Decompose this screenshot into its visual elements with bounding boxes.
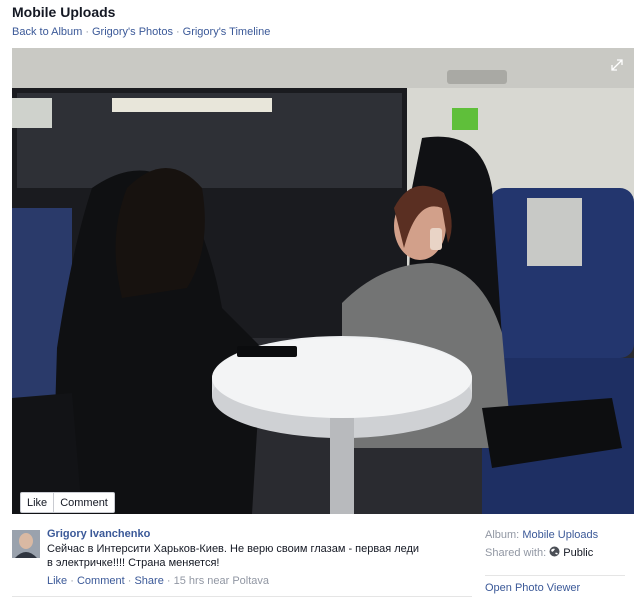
- post-meta: 15 hrs near Poltava: [173, 575, 270, 587]
- post-actions: Like · Comment · Share · 15 hrs near Pol…: [47, 575, 269, 587]
- photo-like-button[interactable]: Like: [21, 497, 53, 509]
- privacy-value[interactable]: Public: [563, 547, 593, 559]
- post-message: Сейчас в Интерсити Харьков-Киев. Не верю…: [47, 543, 420, 569]
- photo-comment-button[interactable]: Comment: [54, 497, 114, 509]
- breadcrumb-separator: ·: [175, 26, 180, 38]
- album-row: Album: Mobile Uploads: [485, 528, 635, 546]
- photo-image: [12, 48, 634, 514]
- timeline-link[interactable]: Grigory's Timeline: [183, 26, 271, 38]
- sidebar-divider: [485, 575, 625, 576]
- page-title: Mobile Uploads: [12, 4, 116, 20]
- globe-icon: [549, 546, 560, 557]
- avatar-image: [12, 530, 40, 558]
- photo[interactable]: [12, 48, 634, 514]
- share-link[interactable]: Share: [134, 575, 163, 587]
- action-separator: ·: [70, 575, 74, 587]
- breadcrumb: Back to Album · Grigory's Photos · Grigory's…: [12, 26, 270, 38]
- comment-link[interactable]: Comment: [77, 575, 125, 587]
- album-link[interactable]: Mobile Uploads: [522, 529, 598, 541]
- back-to-album-link[interactable]: Back to Album: [12, 26, 82, 38]
- avatar[interactable]: [12, 530, 40, 558]
- photos-link[interactable]: Grigory's Photos: [92, 26, 173, 38]
- photo-info-sidebar: Album: Mobile Uploads Shared with: Publi…: [485, 528, 635, 564]
- author-name[interactable]: Grigory Ivanchenko: [47, 528, 150, 540]
- action-separator: ·: [166, 575, 171, 587]
- album-label: Album:: [485, 529, 520, 541]
- expand-icon[interactable]: [610, 58, 624, 72]
- photo-like-comment-bar: Like Comment: [20, 492, 115, 513]
- like-link[interactable]: Like: [47, 575, 67, 587]
- shared-label: Shared with:: [485, 547, 547, 559]
- breadcrumb-separator: ·: [85, 26, 89, 38]
- open-photo-viewer-link[interactable]: Open Photo Viewer: [485, 582, 580, 594]
- shared-row: Shared with: Public: [485, 546, 635, 564]
- action-separator: ·: [127, 575, 132, 587]
